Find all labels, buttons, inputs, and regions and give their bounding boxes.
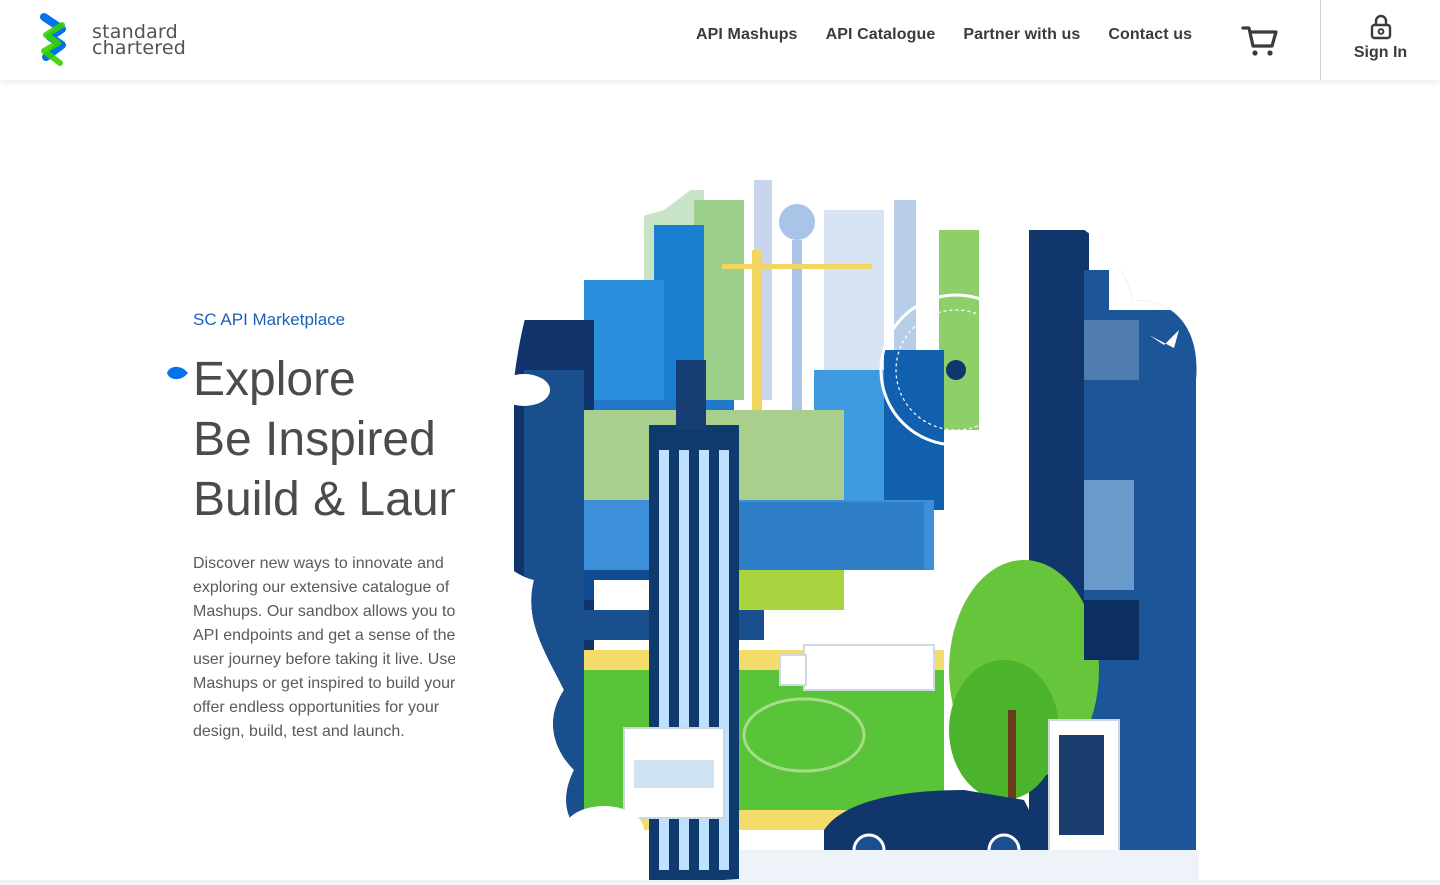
desc-line-6: Mashups or get inspired to build your: [193, 675, 455, 692]
sign-in-button[interactable]: Sign In: [1321, 0, 1440, 80]
hero-description: Discover new ways to innovate and explor…: [193, 552, 455, 744]
cart-icon[interactable]: [1240, 22, 1280, 58]
site-header: standard chartered API Mashups API Catal…: [0, 0, 1440, 80]
blue-bullet-icon: [167, 366, 188, 380]
hero-copy: SC API Marketplace Explore Be Inspired B…: [193, 310, 455, 750]
desc-line-5: user journey before taking it live. Use: [193, 651, 455, 668]
nav-api-catalogue[interactable]: API Catalogue: [826, 26, 936, 44]
nav-partner-with-us[interactable]: Partner with us: [963, 26, 1080, 44]
desc-line-1: Discover new ways to innovate and: [193, 555, 444, 572]
bottom-strip: [0, 880, 1440, 885]
main-nav: API Mashups API Catalogue Partner with u…: [696, 26, 1192, 44]
sc-logo-mark-icon: [40, 13, 66, 66]
headline-line-2: Be Inspired: [193, 413, 436, 466]
headline-line-1: Explore: [193, 353, 356, 406]
desc-line-8: design, build, test and launch.: [193, 723, 405, 740]
nav-contact-us[interactable]: Contact us: [1108, 26, 1192, 44]
desc-line-7: offer endless opportunities for your: [193, 699, 440, 716]
standard-chartered-logo[interactable]: standard chartered: [36, 12, 206, 68]
sign-in-label: Sign In: [1353, 44, 1408, 61]
hero-eyebrow: SC API Marketplace: [193, 310, 346, 329]
desc-line-2: exploring our extensive catalogue of: [193, 579, 450, 596]
city-illustration: [496, 150, 1199, 885]
desc-line-3: Mashups. Our sandbox allows you to: [193, 603, 455, 620]
desc-line-4: API endpoints and get a sense of the: [193, 627, 455, 644]
lock-icon: [1370, 14, 1391, 40]
logo-line-2: chartered: [92, 37, 187, 59]
nav-api-mashups[interactable]: API Mashups: [696, 26, 798, 44]
hero-headline: Explore Be Inspired Build & Launch: [193, 350, 455, 530]
logo-wordmark: standard chartered: [92, 23, 187, 59]
headline-line-3: Build & Launch: [193, 473, 455, 526]
